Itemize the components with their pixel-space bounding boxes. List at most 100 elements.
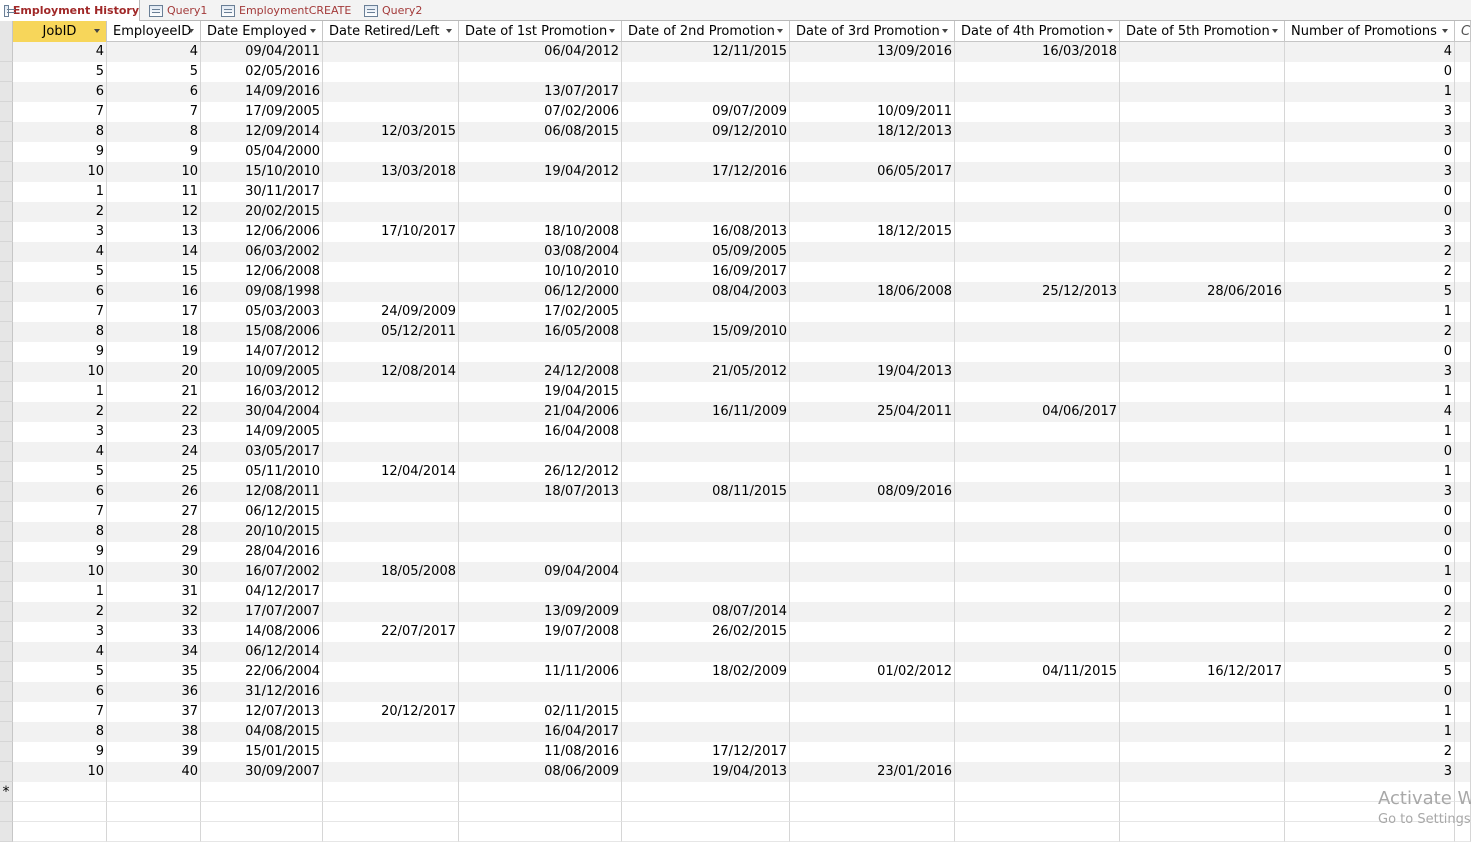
cell-employeeid[interactable]: 18 (107, 322, 201, 342)
filter-dropdown-icon[interactable] (609, 29, 615, 33)
cell-date-of-4th-promotion[interactable] (955, 262, 1120, 282)
cell-date-of-2nd-promotion[interactable] (622, 82, 790, 102)
table-row[interactable]: 1 11 30/11/2017 0 (0, 182, 1471, 202)
cell-date-of-4th-promotion[interactable] (955, 642, 1120, 662)
record-selector[interactable] (0, 542, 13, 562)
record-selector[interactable] (0, 142, 13, 162)
cell-date-employed[interactable]: 06/03/2002 (201, 242, 323, 262)
cell-number-of-promotions[interactable]: 0 (1285, 582, 1455, 602)
cell-date-of-4th-promotion[interactable] (955, 582, 1120, 602)
cell-employeeid[interactable]: 15 (107, 262, 201, 282)
cell-date-of-5th-promotion[interactable] (1120, 322, 1285, 342)
record-selector[interactable] (0, 682, 13, 702)
cell-date-of-5th-promotion[interactable] (1120, 302, 1285, 322)
record-selector[interactable] (0, 582, 13, 602)
record-selector[interactable] (0, 602, 13, 622)
cell-date-of-1st-promotion[interactable]: 13/07/2017 (459, 82, 622, 102)
cell-date-retired-left[interactable] (323, 802, 459, 822)
cell-employeeid[interactable]: 16 (107, 282, 201, 302)
table-row[interactable]: 6 36 31/12/2016 0 (0, 682, 1471, 702)
cell-date-of-4th-promotion[interactable] (955, 442, 1120, 462)
cell-date-of-1st-promotion[interactable]: 11/11/2006 (459, 662, 622, 682)
cell-jobid[interactable]: 2 (13, 602, 107, 622)
cell-date-of-5th-promotion[interactable] (1120, 642, 1285, 662)
cell-number-of-promotions[interactable]: 3 (1285, 222, 1455, 242)
cell-cl[interactable] (1455, 382, 1471, 402)
cell-number-of-promotions[interactable]: 1 (1285, 422, 1455, 442)
cell-date-of-2nd-promotion[interactable] (622, 802, 790, 822)
cell-date-of-2nd-promotion[interactable] (622, 502, 790, 522)
cell-date-of-4th-promotion[interactable] (955, 482, 1120, 502)
cell-date-retired-left[interactable] (323, 682, 459, 702)
cell-number-of-promotions[interactable]: 2 (1285, 322, 1455, 342)
cell-date-employed[interactable]: 14/09/2016 (201, 82, 323, 102)
cell-date-employed[interactable]: 06/12/2015 (201, 502, 323, 522)
cell-number-of-promotions[interactable]: 3 (1285, 122, 1455, 142)
cell-date-of-5th-promotion[interactable]: 16/12/2017 (1120, 662, 1285, 682)
empty-row[interactable] (0, 802, 1471, 822)
cell-employeeid[interactable]: 40 (107, 762, 201, 782)
cell-date-of-3rd-promotion[interactable]: 18/12/2015 (790, 222, 955, 242)
cell-date-of-1st-promotion[interactable] (459, 342, 622, 362)
table-row[interactable]: 4 14 06/03/2002 03/08/2004 05/09/2005 2 (0, 242, 1471, 262)
cell-date-of-4th-promotion[interactable] (955, 562, 1120, 582)
cell-number-of-promotions[interactable]: 3 (1285, 102, 1455, 122)
record-selector[interactable] (0, 462, 13, 482)
table-row[interactable]: 8 18 15/08/2006 05/12/2011 16/05/2008 15/09/2… (0, 322, 1471, 342)
cell-number-of-promotions[interactable]: 0 (1285, 502, 1455, 522)
cell-cl[interactable] (1455, 642, 1471, 662)
cell-number-of-promotions[interactable]: 0 (1285, 682, 1455, 702)
record-selector[interactable] (0, 562, 13, 582)
column-header-date-of-1st-promotion[interactable]: Date of 1st Promotion (459, 21, 622, 42)
table-row[interactable]: 6 6 14/09/2016 13/07/2017 1 (0, 82, 1471, 102)
record-selector[interactable] (0, 302, 13, 322)
cell-number-of-promotions[interactable]: 1 (1285, 82, 1455, 102)
cell-employeeid[interactable]: 33 (107, 622, 201, 642)
cell-cl[interactable] (1455, 42, 1471, 62)
cell-date-of-3rd-promotion[interactable] (790, 342, 955, 362)
cell-number-of-promotions[interactable]: 2 (1285, 602, 1455, 622)
cell-employeeid[interactable]: 6 (107, 82, 201, 102)
cell-jobid[interactable]: 9 (13, 742, 107, 762)
cell-date-of-5th-promotion[interactable] (1120, 82, 1285, 102)
table-row[interactable]: 9 29 28/04/2016 0 (0, 542, 1471, 562)
cell-employeeid[interactable]: 7 (107, 102, 201, 122)
cell-cl[interactable] (1455, 162, 1471, 182)
cell-date-of-1st-promotion[interactable]: 06/04/2012 (459, 42, 622, 62)
cell-date-employed[interactable]: 14/08/2006 (201, 622, 323, 642)
cell-jobid[interactable]: 6 (13, 682, 107, 702)
cell-jobid[interactable]: 7 (13, 502, 107, 522)
cell-cl[interactable] (1455, 242, 1471, 262)
record-selector[interactable] (0, 482, 13, 502)
table-row[interactable]: 3 13 12/06/2006 17/10/2017 18/10/2008 16/08/2… (0, 222, 1471, 242)
cell-date-of-5th-promotion[interactable] (1120, 542, 1285, 562)
cell-date-retired-left[interactable]: 24/09/2009 (323, 302, 459, 322)
cell-date-of-5th-promotion[interactable] (1120, 162, 1285, 182)
cell-cl[interactable] (1455, 502, 1471, 522)
cell-date-of-2nd-promotion[interactable]: 19/04/2013 (622, 762, 790, 782)
table-row[interactable]: 10 30 16/07/2002 18/05/2008 09/04/2004 1 (0, 562, 1471, 582)
cell-date-of-2nd-promotion[interactable] (622, 422, 790, 442)
cell-date-of-5th-promotion[interactable] (1120, 442, 1285, 462)
cell-date-of-3rd-promotion[interactable] (790, 562, 955, 582)
cell-date-of-2nd-promotion[interactable] (622, 562, 790, 582)
tab-query2[interactable]: Query2 (360, 0, 426, 21)
cell-date-of-3rd-promotion[interactable] (790, 382, 955, 402)
cell-employeeid[interactable] (107, 782, 201, 802)
cell-employeeid[interactable]: 23 (107, 422, 201, 442)
cell-date-of-3rd-promotion[interactable] (790, 502, 955, 522)
cell-date-of-1st-promotion[interactable]: 16/04/2017 (459, 722, 622, 742)
cell-date-of-4th-promotion[interactable] (955, 822, 1120, 842)
cell-cl[interactable] (1455, 62, 1471, 82)
cell-date-of-1st-promotion[interactable] (459, 202, 622, 222)
cell-number-of-promotions[interactable]: 5 (1285, 662, 1455, 682)
cell-employeeid[interactable]: 36 (107, 682, 201, 702)
cell-date-retired-left[interactable]: 12/08/2014 (323, 362, 459, 382)
record-selector[interactable] (0, 742, 13, 762)
cell-number-of-promotions[interactable]: 1 (1285, 702, 1455, 722)
filter-dropdown-icon[interactable] (942, 29, 948, 33)
cell-cl[interactable] (1455, 602, 1471, 622)
cell-date-retired-left[interactable] (323, 102, 459, 122)
cell-date-of-1st-promotion[interactable] (459, 502, 622, 522)
cell-date-of-4th-promotion[interactable] (955, 542, 1120, 562)
